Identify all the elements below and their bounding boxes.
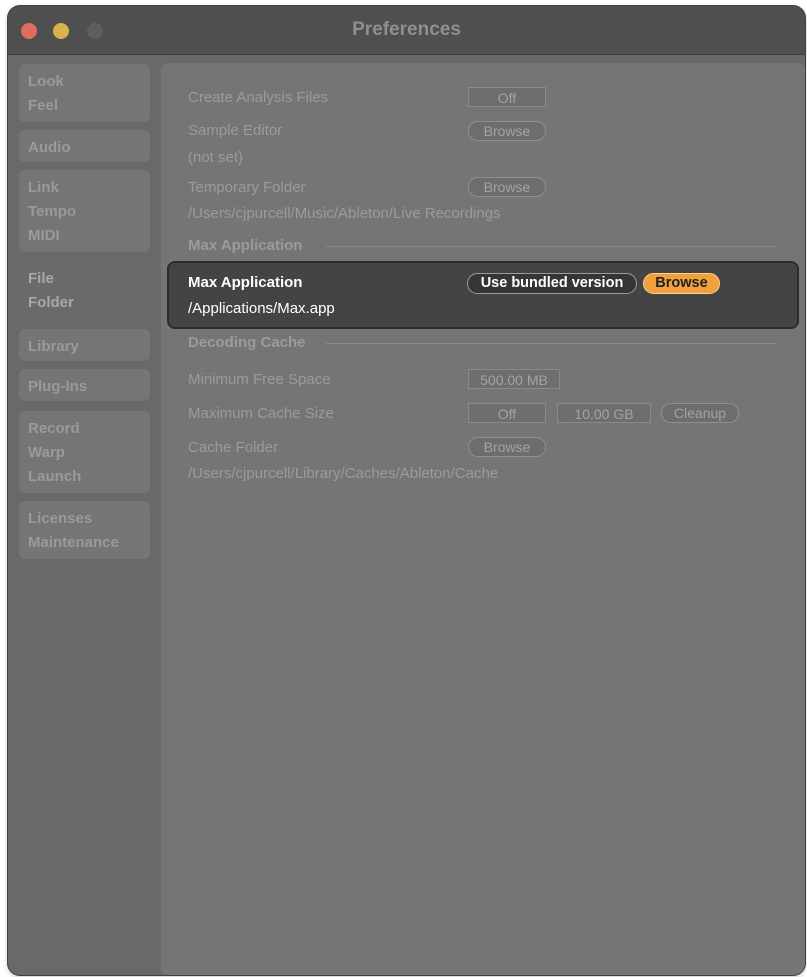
sample-editor-label: Sample Editor (188, 122, 283, 139)
use-bundled-version-button[interactable]: Use bundled version (467, 273, 637, 294)
section-divider (326, 246, 776, 247)
minimum-free-space-field[interactable]: 500.00 MB (468, 369, 560, 389)
max-application-row: Max Application Use bundled version Brow… (167, 261, 799, 329)
sidebar-item-label: Licenses (28, 510, 93, 527)
sidebar-item-label: Plug-Ins (28, 378, 88, 395)
sidebar-item-audio[interactable]: Audio (19, 130, 150, 162)
title-bar: Preferences (8, 6, 805, 55)
sidebar-item-label: Library (28, 338, 79, 355)
sidebar-item-label: Record (28, 420, 80, 437)
sidebar-item-label: MIDI (28, 227, 60, 244)
sidebar-item-label: File (28, 270, 54, 287)
cache-folder-label: Cache Folder (188, 439, 279, 456)
temporary-folder-label: Temporary Folder (188, 179, 306, 196)
sidebar-item-label: Look (28, 73, 64, 90)
sample-editor-path: (not set) (188, 149, 244, 166)
sidebar-item-file-folder[interactable]: File Folder (19, 261, 150, 319)
sidebar-item-record-warp-launch[interactable]: Record Warp Launch (19, 411, 150, 493)
sidebar-item-plug-ins[interactable]: Plug-Ins (19, 369, 150, 401)
create-analysis-toggle[interactable]: Off (468, 87, 546, 107)
minimum-free-space-label: Minimum Free Space (188, 371, 331, 388)
sample-editor-browse-button[interactable]: Browse (468, 121, 546, 141)
max-section-title: Max Application (188, 237, 303, 254)
sidebar-item-link-tempo-midi[interactable]: Link Tempo MIDI (19, 170, 150, 252)
preferences-content: Create Analysis Files Off Sample Editor … (161, 63, 805, 975)
sidebar-item-label: Folder (28, 294, 74, 311)
maximum-cache-size-field[interactable]: 10.00 GB (557, 403, 651, 423)
max-browse-button[interactable]: Browse (643, 273, 720, 294)
cache-folder-browse-button[interactable]: Browse (468, 437, 546, 457)
section-divider (326, 343, 776, 344)
cleanup-button[interactable]: Cleanup (661, 403, 739, 423)
sidebar-item-label: Tempo (28, 203, 77, 220)
max-application-label: Max Application (188, 274, 303, 291)
sidebar-item-label: Maintenance (28, 534, 119, 551)
sidebar-item-label: Launch (28, 468, 82, 485)
sidebar-item-licenses-maintenance[interactable]: Licenses Maintenance (19, 501, 150, 559)
sidebar-item-label: Audio (28, 139, 71, 156)
sidebar-item-label: Link (28, 179, 59, 196)
sidebar-item-library[interactable]: Library (19, 329, 150, 361)
window-title: Preferences (352, 19, 461, 40)
maximum-cache-size-label: Maximum Cache Size (188, 405, 334, 422)
sidebar-item-label: Warp (28, 444, 65, 461)
create-analysis-label: Create Analysis Files (188, 89, 329, 106)
maximum-cache-size-toggle[interactable]: Off (468, 403, 546, 423)
temporary-folder-browse-button[interactable]: Browse (468, 177, 546, 197)
decoding-cache-title: Decoding Cache (188, 334, 306, 351)
temporary-folder-path: /Users/cjpurcell/Music/Ableton/Live Reco… (188, 205, 501, 222)
sidebar-item-label: Feel (28, 97, 59, 114)
cache-folder-path: /Users/cjpurcell/Library/Caches/Ableton/… (188, 465, 499, 482)
preferences-window: Preferences Look Feel Audio Link Tempo M… (8, 6, 805, 975)
sidebar-item-look-feel[interactable]: Look Feel (19, 64, 150, 122)
max-application-path: /Applications/Max.app (188, 300, 335, 317)
